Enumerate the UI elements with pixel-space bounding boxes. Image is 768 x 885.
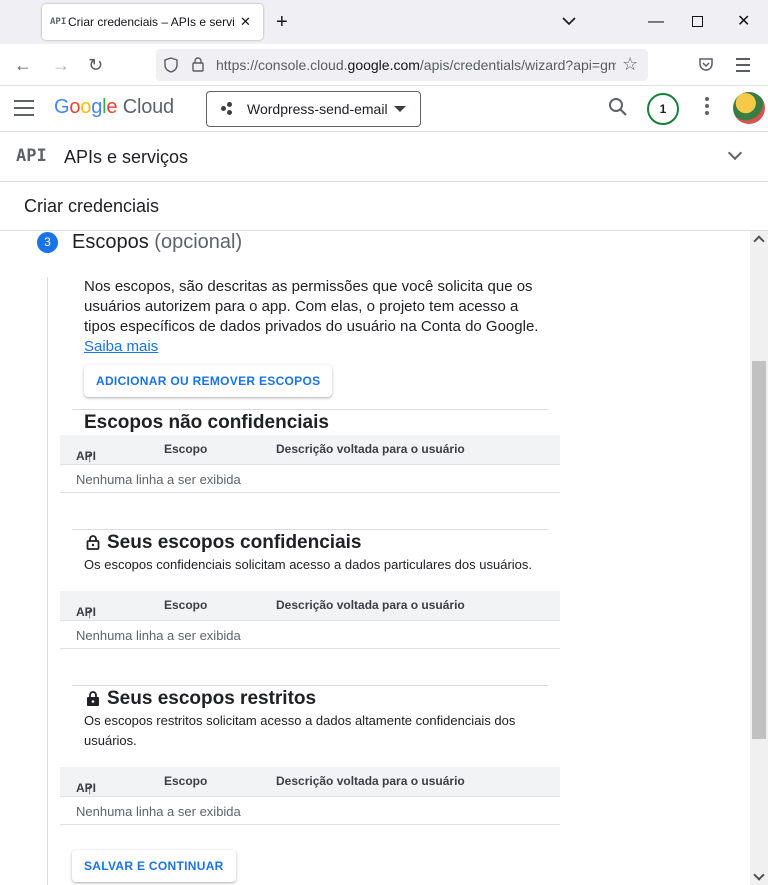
- sensitive-scopes-title: Seus escopos confidenciais: [107, 532, 362, 553]
- column-header-scope[interactable]: Escopo: [164, 598, 207, 612]
- column-header-scope[interactable]: Escopo: [164, 442, 207, 456]
- sensitive-scopes-desc: Os escopos confidenciais solicitam acess…: [84, 557, 533, 572]
- save-and-continue-button[interactable]: SALVAR E CONTINUAR: [72, 850, 236, 882]
- scroll-up-arrow-icon[interactable]: [753, 235, 765, 247]
- sensitive-scopes-table: API ↑ Escopo Descrição voltada para o us…: [60, 591, 560, 649]
- product-subheader: API APIs e serviços: [0, 132, 768, 182]
- scopes-intro: Nos escopos, são descritas as permissões…: [84, 278, 539, 355]
- section-divider: [72, 685, 548, 686]
- lock-outline-icon: [86, 535, 100, 550]
- table-header: API ↑ Escopo Descrição voltada para o us…: [60, 591, 560, 622]
- main-menu-icon[interactable]: [14, 100, 34, 116]
- table-empty-row: Nenhuma linha a ser exibida: [60, 620, 560, 649]
- close-window-icon[interactable]: ✕: [737, 12, 750, 32]
- bookmark-star-icon[interactable]: ☆: [622, 54, 638, 75]
- avatar[interactable]: [733, 92, 765, 124]
- api-icon: API: [16, 146, 47, 166]
- forward-arrow-icon[interactable]: →: [52, 55, 70, 75]
- product-title[interactable]: APIs e serviços: [64, 147, 188, 168]
- column-header-description[interactable]: Descrição voltada para o usuário: [276, 598, 465, 612]
- tab-close-icon[interactable]: ✕: [240, 14, 251, 30]
- restricted-scopes-desc: Os escopos restritos solicitam acesso a …: [84, 713, 516, 748]
- non-sensitive-scopes-table: API ↑ Escopo Descrição voltada para o us…: [60, 435, 560, 493]
- project-name: Wordpress-send-email: [247, 101, 388, 117]
- browser-tab-bar: API Criar credenciais – APIs e serviços …: [0, 0, 768, 44]
- scrollbar[interactable]: [750, 231, 768, 885]
- notification-count-badge[interactable]: 1: [647, 93, 679, 125]
- logo-letter: e: [106, 96, 118, 118]
- maximize-icon[interactable]: [692, 16, 703, 27]
- more-options-icon[interactable]: [703, 97, 711, 118]
- google-cloud-logo[interactable]: Google Cloud: [54, 96, 174, 119]
- section-divider: [72, 529, 548, 530]
- logo-letter: g: [91, 96, 103, 118]
- project-hub-icon: [221, 102, 235, 116]
- column-header-description[interactable]: Descrição voltada para o usuário: [276, 774, 465, 788]
- shield-icon[interactable]: [164, 57, 178, 73]
- non-sensitive-scopes-title: Escopos não confidenciais: [84, 412, 329, 433]
- scroll-down-arrow-icon[interactable]: [753, 869, 765, 881]
- search-icon[interactable]: [608, 97, 628, 117]
- chevron-down-icon[interactable]: [727, 145, 743, 161]
- pocket-icon[interactable]: [698, 56, 714, 72]
- page-title-bar: Criar credenciais: [0, 182, 768, 231]
- browser-tab[interactable]: API Criar credenciais – APIs e serviços …: [42, 4, 263, 40]
- column-header-scope[interactable]: Escopo: [164, 774, 207, 788]
- restricted-scopes-table: API ↑ Escopo Descrição voltada para o us…: [60, 767, 560, 825]
- url-bar[interactable]: https://console.cloud.google.com/apis/cr…: [156, 49, 648, 81]
- project-selector[interactable]: Wordpress-send-email: [206, 91, 421, 127]
- browser-nav-bar: ← → ↻ https://console.cloud.google.com/a…: [0, 44, 768, 86]
- scrollbar-thumb[interactable]: [752, 361, 766, 739]
- step-number-badge: 3: [37, 232, 58, 253]
- tab-list-chevron-icon[interactable]: [562, 16, 576, 26]
- url-text[interactable]: https://console.cloud.google.com/apis/cr…: [216, 57, 616, 73]
- table-empty-row: Nenhuma linha a ser exibida: [60, 796, 560, 825]
- step-title: Escopos (opcional): [72, 231, 243, 253]
- tab-title: Criar credenciais – APIs e serviços: [68, 15, 234, 29]
- minimize-icon[interactable]: —: [648, 12, 664, 32]
- table-header: API ↑ Escopo Descrição voltada para o us…: [60, 435, 560, 466]
- logo-letter: o: [69, 96, 81, 118]
- api-favicon-icon: API: [50, 17, 67, 27]
- caret-down-icon: [394, 106, 406, 112]
- app-menu-icon[interactable]: [736, 58, 750, 72]
- new-tab-icon[interactable]: +: [276, 12, 288, 32]
- table-header: API ↑ Escopo Descrição voltada para o us…: [60, 767, 560, 798]
- column-header-description[interactable]: Descrição voltada para o usuário: [276, 442, 465, 456]
- section-divider: [72, 409, 548, 410]
- reload-icon[interactable]: ↻: [88, 55, 103, 75]
- back-arrow-icon[interactable]: ←: [14, 55, 32, 75]
- add-remove-scopes-button[interactable]: ADICIONAR OU REMOVER ESCOPOS: [84, 365, 333, 397]
- cloud-header: Google Cloud Wordpress-send-email 1: [0, 86, 768, 132]
- logo-letter: o: [80, 96, 92, 118]
- logo-letter: G: [54, 96, 70, 118]
- page-title: Criar credenciais: [24, 196, 160, 216]
- lock-icon[interactable]: [192, 57, 204, 72]
- learn-more-link[interactable]: Saiba mais: [84, 338, 158, 355]
- main-content: 3 Escopos (opcional) Nos escopos, são de…: [0, 231, 750, 885]
- stepper-line: [47, 277, 48, 885]
- table-empty-row: Nenhuma linha a ser exibida: [60, 464, 560, 493]
- lock-filled-icon: [87, 691, 99, 706]
- restricted-scopes-title: Seus escopos restritos: [107, 688, 317, 709]
